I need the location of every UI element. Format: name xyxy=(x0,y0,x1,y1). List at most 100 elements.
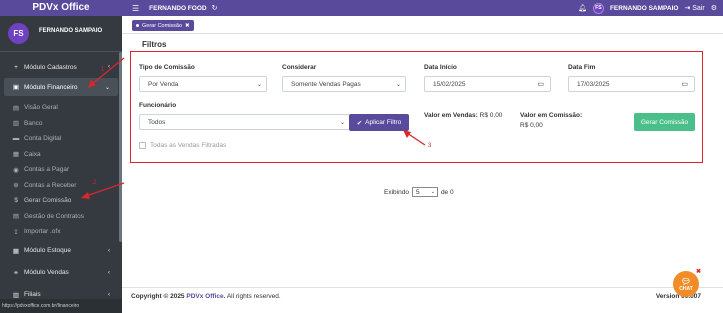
chevron-left-icon: ‹ xyxy=(108,64,110,70)
bell-icon[interactable]: 🔔︎ xyxy=(578,4,587,12)
sidebar-item-label: Importar .ofx xyxy=(24,228,61,236)
check-icon: ✔ xyxy=(356,119,363,127)
page-size-select[interactable]: 5 ⌄ xyxy=(411,187,438,197)
sidebar-item-label: Módulo Estoque xyxy=(24,247,71,254)
user-name: FERNANDO SAMPAIO xyxy=(39,27,103,34)
sidebar-item-label: Contas a Receber xyxy=(24,181,77,189)
contract-icon: ▤ xyxy=(12,213,20,221)
valor-comissao-value: R$ 0,00 xyxy=(520,122,543,129)
sidebar-item-vendas[interactable]: ⚭ Módulo Vendas ‹ xyxy=(0,262,122,284)
tab-gerar-comissao[interactable]: Gerar Comissão ✖ xyxy=(132,20,194,31)
refresh-icon[interactable]: ↻ xyxy=(212,4,218,12)
pay-icon: ◉ xyxy=(13,166,19,174)
chevron-down-icon: ⌄ xyxy=(104,84,110,91)
gerar-comissao-button[interactable]: Gerar Comissão xyxy=(634,113,695,131)
checkbox-box[interactable] xyxy=(139,142,146,149)
copyright: Copyright © 2025 PDVx Office. All rights… xyxy=(131,293,281,300)
chevron-left-icon: ‹ xyxy=(108,247,110,254)
sidebar-item-contas-receber[interactable]: ⊕ Contas a Receber xyxy=(0,178,122,194)
upload-icon: ⇪ xyxy=(13,228,19,236)
brand-logo[interactable]: PDVx Office xyxy=(0,0,122,16)
tab-bar: Gerar Comissão ✖ xyxy=(122,16,723,34)
store-name[interactable]: FERNANDO FOOD xyxy=(149,5,206,12)
sidebar-item-label: Módulo Vendas xyxy=(24,269,69,276)
data-inicio-label: Data Início xyxy=(424,64,457,71)
sidebar-item-label: Filiais xyxy=(24,291,41,298)
paging-prefix: Exibindo xyxy=(384,188,409,196)
tipo-comissao-value: Por Venda xyxy=(148,80,179,88)
building-icon: ▥ xyxy=(12,291,20,299)
sidebar-item-conta-digital[interactable]: ▬ Conta Digital xyxy=(0,131,122,147)
checkbox-label: Todas as Vendas Filtradas xyxy=(150,142,227,149)
sidebar-item-label: Gestão de Contratos xyxy=(24,212,84,220)
sidebar-item-label: Caixa xyxy=(24,150,41,158)
sidebar-item-gerar-comissao[interactable]: $ Gerar Comissão xyxy=(0,193,122,209)
dot-icon xyxy=(136,24,139,27)
filters-title: Filtros xyxy=(142,40,167,49)
sidebar-item-gestao-contratos[interactable]: ▤ Gestão de Contratos xyxy=(0,209,122,225)
chat-label: CHAT xyxy=(679,285,693,292)
avatar: FS xyxy=(8,23,29,44)
paging-suffix: de 0 xyxy=(440,188,454,196)
topbar-user-name[interactable]: FERNANDO SAMPAIO xyxy=(610,5,679,12)
sidebar-item-label: Módulo Cadastros xyxy=(24,63,77,71)
sidebar-item-label: Visão Geral xyxy=(24,104,58,112)
user-panel[interactable]: FS FERNANDO SAMPAIO xyxy=(0,16,122,52)
sidebar-item-estoque[interactable]: ▩ Módulo Estoque ‹ xyxy=(0,240,122,262)
calendar-icon[interactable]: ▭ xyxy=(681,80,688,88)
funcionario-select[interactable]: Todos ⌄ xyxy=(139,114,350,130)
sidebar-item-banco[interactable]: ▥ Banco xyxy=(0,116,122,132)
user-avatar-small[interactable]: FS xyxy=(592,2,604,14)
sidebar: PDVx Office FS FERNANDO SAMPAIO + Módulo… xyxy=(0,0,122,313)
sidebar-item-visao-geral[interactable]: ▤ Visão Geral xyxy=(0,100,122,116)
valor-vendas-label: Valor em Vendas: xyxy=(424,112,478,119)
chat-close-icon[interactable]: ✖ xyxy=(696,268,701,275)
chevron-down-icon: ⌄ xyxy=(339,119,345,126)
sidebar-item-label: Conta Digital xyxy=(24,135,62,143)
considerar-label: Considerar xyxy=(282,64,317,71)
sidebar-nav: + Módulo Cadastros ‹ ▣ Módulo Financeiro… xyxy=(0,56,122,306)
todas-vendas-checkbox[interactable]: Todas as Vendas Filtradas xyxy=(139,142,226,149)
close-icon[interactable]: ✖ xyxy=(185,23,190,29)
funcionario-label: Funcionário xyxy=(139,102,177,109)
chevron-left-icon: ‹ xyxy=(108,269,110,276)
sidebar-item-label: Banco xyxy=(24,119,43,127)
chat-icon: 💬︎ xyxy=(680,276,692,286)
sidebar-item-financeiro[interactable]: ▣ Módulo Financeiro ⌄ xyxy=(4,78,118,96)
chevron-down-icon: ⌄ xyxy=(395,81,401,88)
calendar-icon[interactable]: ▭ xyxy=(537,80,544,88)
chevron-down-icon: ⌄ xyxy=(256,81,262,88)
apply-filter-label: Aplicar Filtro xyxy=(365,119,402,126)
money-icon: ▣ xyxy=(12,84,20,91)
considerar-select[interactable]: Somente Vendas Pagas ⌄ xyxy=(282,76,406,92)
valor-comissao-label: Valor em Comissão: xyxy=(520,112,583,119)
sidebar-item-label: Módulo Financeiro xyxy=(24,83,78,91)
sidebar-item-contas-pagar[interactable]: ◉ Contas a Pagar xyxy=(0,162,122,178)
data-fim-input[interactable]: 17/03/2025 ▭ xyxy=(568,76,695,92)
chevron-left-icon: ‹ xyxy=(108,291,110,298)
data-inicio-input[interactable]: 15/02/2025 ▭ xyxy=(424,76,551,92)
valor-vendas: Valor em Vendas: R$ 0,00 xyxy=(424,112,502,119)
data-inicio-value: 15/02/2025 xyxy=(433,80,466,88)
dollar-icon: $ xyxy=(14,197,18,205)
tab-label: Gerar Comissão xyxy=(142,22,183,29)
apply-filter-button[interactable]: ✔ Aplicar Filtro xyxy=(349,114,409,131)
sidebar-item-label: Contas a Pagar xyxy=(24,166,70,174)
sidebar-item-importar-ofx[interactable]: ⇪ Importar .ofx xyxy=(0,224,122,240)
wallet-icon: ▬ xyxy=(12,135,20,143)
annotation-number-3: 3 xyxy=(428,143,432,149)
status-url: https://pdvxoffice.com.br/financeiro xyxy=(0,299,122,313)
sidebar-item-caixa[interactable]: ▦ Caixa xyxy=(0,147,122,163)
tipo-comissao-label: Tipo de Comissão xyxy=(139,64,195,71)
plus-icon: + xyxy=(14,63,18,71)
funcionario-value: Todos xyxy=(148,118,166,126)
settings-icon[interactable]: ⚙ xyxy=(711,4,717,12)
chevron-down-icon: ⌄ xyxy=(430,189,435,195)
pagination-info: Exibindo 5 ⌄ de 0 xyxy=(384,187,454,197)
valor-comissao: Valor em Comissão: R$ 0,00 xyxy=(520,112,582,129)
hamburger-icon[interactable]: ☰ xyxy=(132,4,139,13)
logout-link[interactable]: ⇥ Sair xyxy=(684,4,704,12)
brand-link[interactable]: PDVx Office. xyxy=(186,293,225,300)
data-fim-label: Data Fim xyxy=(568,64,596,71)
tipo-comissao-select[interactable]: Por Venda ⌄ xyxy=(139,76,267,92)
